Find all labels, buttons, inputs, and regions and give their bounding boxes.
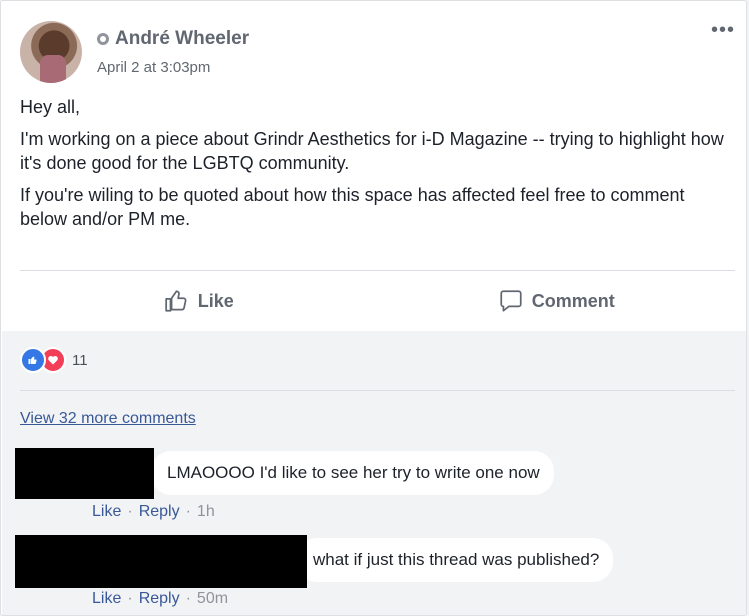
separator: · (127, 503, 133, 520)
comment-like-link[interactable]: Like (92, 590, 121, 608)
reaction-count: 11 (72, 351, 88, 369)
comment-age[interactable]: 1h (197, 503, 215, 521)
author-avatar[interactable] (20, 21, 82, 83)
separator: · (127, 590, 133, 607)
comment-bubble: LMAOOOO I'd like to see her try to write… (151, 451, 554, 495)
post-actions: Like Comment (20, 273, 735, 329)
speech-bubble-icon (500, 290, 522, 312)
reactions-summary[interactable]: 11 (20, 347, 88, 373)
post-paragraph: I'm working on a piece about Grindr Aest… (20, 129, 724, 173)
comment-text: what if just this thread was published? (313, 550, 600, 569)
post-timestamp[interactable]: April 2 at 3:03pm (97, 59, 210, 76)
author-name[interactable]: André Wheeler (115, 28, 249, 50)
like-button[interactable]: Like (20, 273, 378, 329)
comment-bubble: what if just this thread was published? (297, 538, 614, 582)
author-row: André Wheeler (97, 28, 249, 50)
comment-text: LMAOOOO I'd like to see her try to write… (167, 463, 540, 482)
divider (20, 390, 735, 391)
view-more-comments-link[interactable]: View 32 more comments (20, 410, 196, 428)
thumbs-up-icon (165, 290, 187, 312)
separator: · (185, 503, 191, 520)
comment-reply-link[interactable]: Reply (139, 503, 180, 521)
post-card: André Wheeler April 2 at 3:03pm ••• Hey … (0, 0, 747, 616)
comment-reply-link[interactable]: Reply (139, 590, 180, 608)
divider (20, 270, 735, 271)
comment-label: Comment (531, 290, 615, 311)
like-reaction-icon (20, 347, 46, 373)
globe-icon (97, 33, 109, 45)
redacted-commenter (15, 448, 154, 499)
post-body: Hey all, I'm working on a piece about Gr… (20, 95, 730, 239)
like-label: Like (197, 290, 234, 311)
separator: · (185, 590, 191, 607)
comment-age[interactable]: 50m (197, 590, 228, 608)
post-header: André Wheeler April 2 at 3:03pm ••• (20, 19, 734, 83)
post-paragraph: Hey all, (20, 97, 81, 117)
comment-actions: Like · Reply · 50m (92, 590, 228, 608)
comment-like-link[interactable]: Like (92, 503, 121, 521)
comment-button[interactable]: Comment (378, 273, 736, 329)
more-options-icon[interactable]: ••• (711, 19, 735, 42)
post-paragraph: If you're wiling to be quoted about how … (20, 185, 685, 229)
comment-actions: Like · Reply · 1h (92, 503, 215, 521)
redacted-commenter (15, 535, 307, 588)
